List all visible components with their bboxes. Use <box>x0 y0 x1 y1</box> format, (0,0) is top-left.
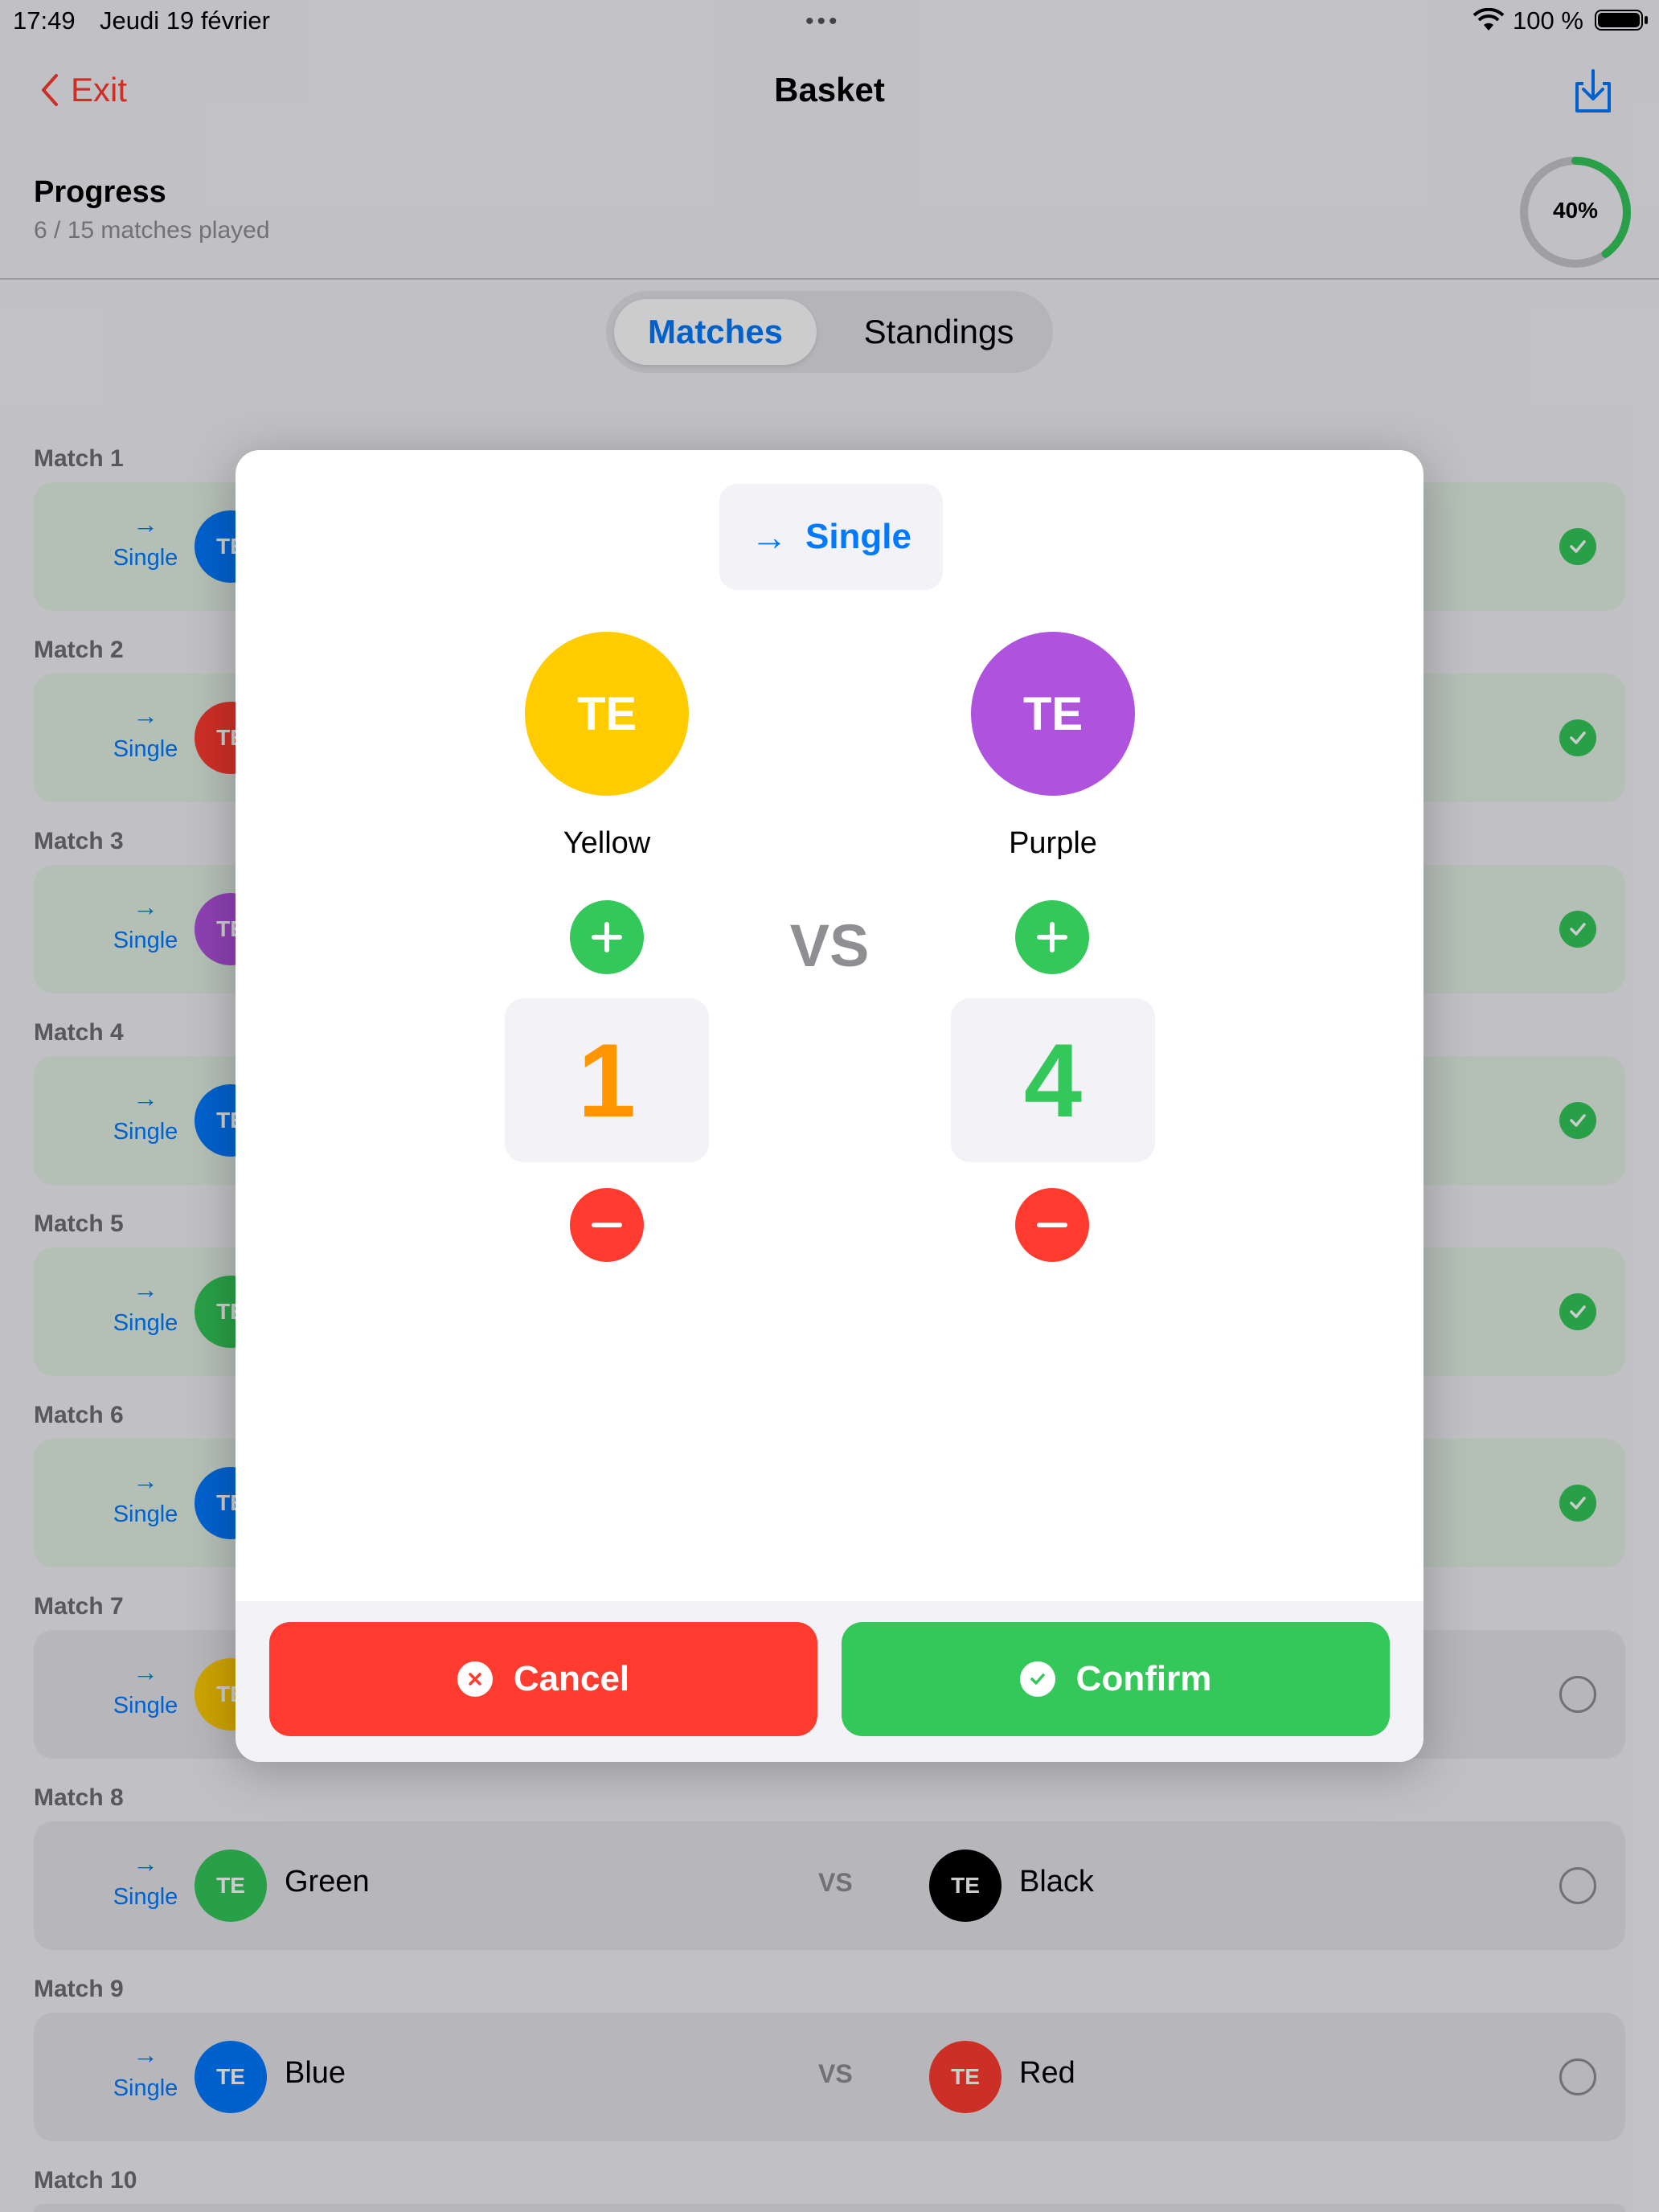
mode-label: Single <box>805 517 912 556</box>
vs-label: VS <box>789 912 870 979</box>
home-increment-button[interactable] <box>570 900 644 974</box>
confirm-button[interactable]: Confirm <box>842 1622 1390 1736</box>
minus-icon <box>1037 1223 1067 1227</box>
away-team-name: Purple <box>1009 826 1097 860</box>
mode-selector[interactable]: → Single <box>719 484 943 590</box>
score-entry-modal: → Single TE TE Yellow Purple VS 1 4 Canc… <box>236 450 1423 1762</box>
cancel-button[interactable]: Cancel <box>269 1622 817 1736</box>
away-increment-button[interactable] <box>1015 900 1089 974</box>
x-circle-icon <box>457 1661 493 1697</box>
cancel-label: Cancel <box>513 1659 630 1698</box>
modal-footer: Cancel Confirm <box>236 1601 1423 1762</box>
arrow-right-icon: → <box>750 516 788 558</box>
home-avatar: TE <box>525 632 689 796</box>
plus-icon <box>1037 922 1067 952</box>
home-team-name: Yellow <box>563 826 651 860</box>
away-avatar: TE <box>971 632 1135 796</box>
confirm-label: Confirm <box>1075 1659 1212 1698</box>
minus-icon <box>592 1223 622 1227</box>
away-score: 4 <box>951 998 1155 1162</box>
home-score: 1 <box>505 998 709 1162</box>
plus-icon <box>592 922 622 952</box>
checkmark-circle-icon <box>1019 1661 1055 1697</box>
home-decrement-button[interactable] <box>570 1188 644 1262</box>
away-decrement-button[interactable] <box>1015 1188 1089 1262</box>
